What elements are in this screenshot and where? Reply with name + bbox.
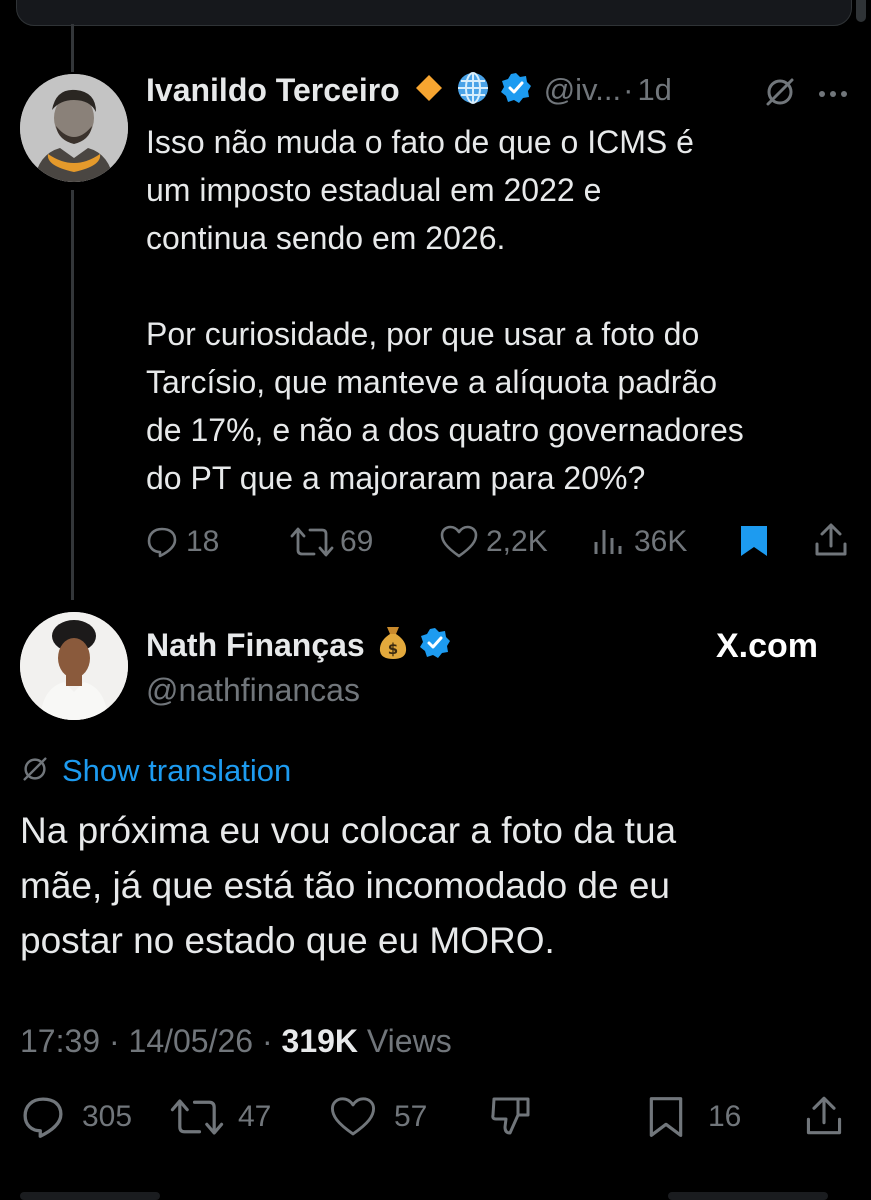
avatar-nath[interactable]: [20, 612, 128, 720]
verified-badge-icon: [500, 72, 532, 109]
money-bag-icon: $: [377, 625, 409, 666]
quoted-post-card-remnant[interactable]: [16, 0, 852, 26]
reply-text: Isso não muda o fato de que o ICMS é um …: [146, 124, 744, 496]
next-row-cutoff: [20, 1192, 160, 1200]
scrollbar-indicator: [856, 0, 866, 22]
main-tweet-text: Na próxima eu vou colocar a foto da tua …: [20, 810, 677, 961]
avatar-illustration: [20, 74, 128, 182]
reply-action-like[interactable]: 2,2K: [440, 522, 548, 562]
views-count: 36K: [634, 525, 688, 558]
tweet-date[interactable]: 14/05/26: [129, 1023, 254, 1059]
avatar-ivanildo[interactable]: [20, 74, 128, 182]
main-handle[interactable]: @nathfinancas: [146, 670, 360, 710]
repost-count: 69: [340, 525, 374, 558]
main-author-row: Nath Finanças $: [146, 625, 451, 665]
reply-icon: [20, 1095, 66, 1139]
grok-icon[interactable]: [764, 76, 796, 113]
watermark-x-com: X.com: [716, 627, 819, 665]
main-repost-count: 47: [238, 1100, 272, 1133]
show-translation-link[interactable]: Show translation: [62, 753, 291, 789]
reply-action-repost[interactable]: 69: [290, 522, 373, 562]
heart-icon: [330, 1096, 376, 1138]
verified-badge-icon: [419, 627, 451, 664]
main-action-repost[interactable]: 47: [170, 1095, 271, 1139]
share-icon[interactable]: [804, 1094, 844, 1143]
reply-icon: [146, 526, 178, 558]
main-author-name[interactable]: Nath Finanças: [146, 627, 365, 664]
main-action-like[interactable]: 57: [330, 1095, 427, 1139]
globe-badge-icon: [456, 71, 490, 110]
thread-line-top: [71, 24, 74, 72]
heart-icon: [440, 525, 478, 559]
like-count: 2,2K: [486, 525, 548, 558]
views-total: 319K: [281, 1023, 359, 1059]
main-like-count: 57: [394, 1100, 428, 1133]
reply-action-views[interactable]: 36K: [592, 522, 687, 562]
main-reply-count: 305: [82, 1100, 133, 1133]
main-action-reply[interactable]: 305: [20, 1095, 132, 1139]
reply-separator: ·: [623, 72, 634, 107]
reply-author-name[interactable]: Ivanildo Terceiro: [146, 72, 400, 109]
repost-icon: [170, 1097, 224, 1137]
bookmark-icon: [646, 1095, 686, 1139]
diamond-badge-icon: [414, 73, 444, 108]
repost-icon: [290, 526, 334, 558]
avatar-illustration: [20, 612, 128, 720]
analytics-icon: [592, 526, 624, 558]
bookmark-filled-icon[interactable]: [738, 523, 770, 564]
reply-time[interactable]: 1d: [637, 72, 671, 108]
svg-text:$: $: [388, 640, 398, 658]
main-bookmark-count: 16: [708, 1100, 742, 1133]
thread-line: [71, 190, 74, 600]
reply-count: 18: [186, 525, 220, 558]
main-action-bookmark[interactable]: 16: [646, 1095, 741, 1139]
tweet-meta: 17:39 · 14/05/26 · 319K Views: [20, 1023, 452, 1059]
reply-header: Ivanildo Terceiro @iv... · 1d: [146, 70, 672, 110]
share-icon[interactable]: [813, 522, 849, 563]
next-row-cutoff-right: [668, 1192, 828, 1200]
more-options-icon[interactable]: [818, 86, 848, 104]
dislike-icon[interactable]: [488, 1095, 534, 1144]
show-translation-row[interactable]: Show translation: [20, 752, 291, 790]
tweet-time[interactable]: 17:39: [20, 1023, 100, 1059]
translate-icon: [20, 754, 50, 789]
reply-action-reply[interactable]: 18: [146, 522, 219, 562]
views-label: Views: [366, 1023, 452, 1059]
reply-handle[interactable]: @iv...: [544, 72, 621, 108]
